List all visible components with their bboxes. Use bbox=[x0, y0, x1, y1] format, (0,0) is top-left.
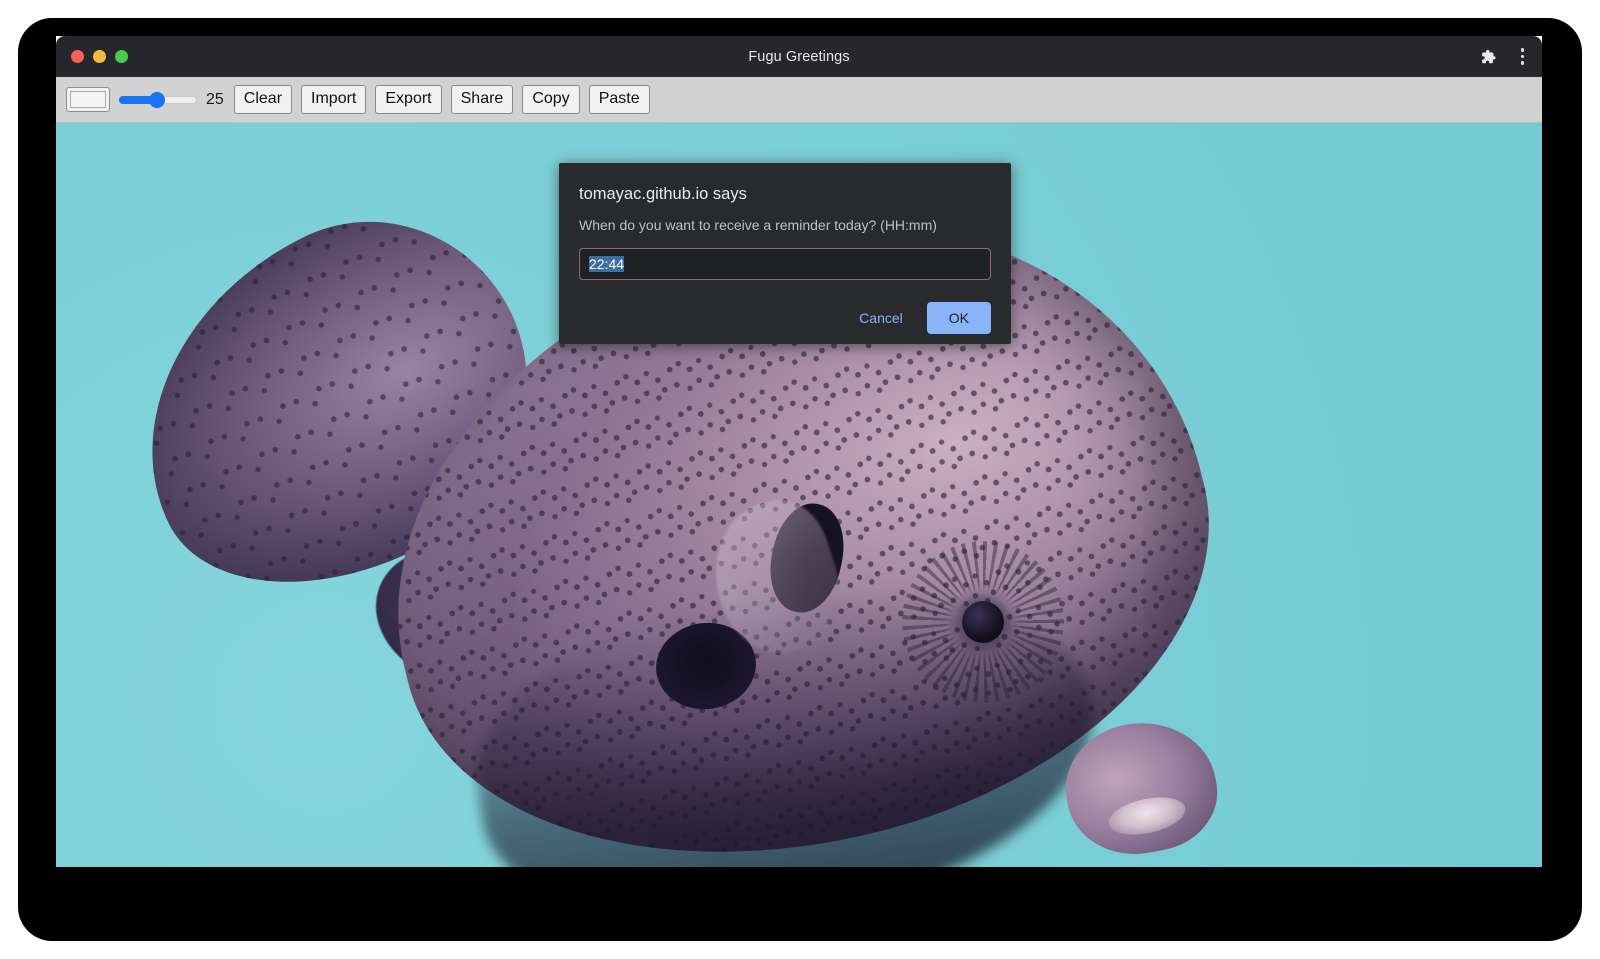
reminder-time-input[interactable] bbox=[579, 248, 991, 280]
traffic-light-group bbox=[71, 36, 128, 77]
import-button[interactable]: Import bbox=[301, 85, 366, 114]
drawing-canvas[interactable]: tomayac.github.io says When do you want … bbox=[56, 123, 1542, 867]
browser-window: Fugu Greetings bbox=[56, 36, 1542, 867]
close-window-button[interactable] bbox=[71, 50, 84, 63]
cancel-button[interactable]: Cancel bbox=[843, 302, 919, 334]
puzzle-piece-icon[interactable] bbox=[1477, 46, 1499, 68]
dialog-button-row: Cancel OK bbox=[579, 302, 991, 334]
fish-eye bbox=[962, 601, 1004, 643]
paste-button[interactable]: Paste bbox=[589, 85, 650, 114]
screen: Fugu Greetings bbox=[0, 0, 1600, 959]
share-button[interactable]: Share bbox=[451, 85, 514, 114]
clear-button[interactable]: Clear bbox=[234, 85, 292, 114]
titlebar-actions bbox=[1477, 36, 1531, 77]
dialog-origin-title: tomayac.github.io says bbox=[579, 185, 991, 204]
ok-button[interactable]: OK bbox=[927, 302, 991, 334]
brush-size-value: 25 bbox=[206, 91, 224, 109]
copy-button[interactable]: Copy bbox=[522, 85, 579, 114]
slider-thumb[interactable] bbox=[149, 92, 165, 108]
export-button[interactable]: Export bbox=[375, 85, 441, 114]
color-picker-current-color bbox=[70, 91, 106, 108]
dialog-message: When do you want to receive a reminder t… bbox=[579, 217, 991, 233]
minimize-window-button[interactable] bbox=[93, 50, 106, 63]
window-titlebar: Fugu Greetings bbox=[56, 36, 1542, 77]
maximize-window-button[interactable] bbox=[115, 50, 128, 63]
window-title: Fugu Greetings bbox=[56, 36, 1542, 77]
color-picker-swatch[interactable] bbox=[66, 87, 110, 112]
javascript-prompt-dialog: tomayac.github.io says When do you want … bbox=[559, 163, 1011, 344]
brush-size-slider[interactable] bbox=[119, 89, 197, 111]
kebab-menu-icon[interactable] bbox=[1515, 46, 1531, 67]
app-toolbar: 25 Clear Import Export Share Copy Paste bbox=[56, 77, 1542, 123]
